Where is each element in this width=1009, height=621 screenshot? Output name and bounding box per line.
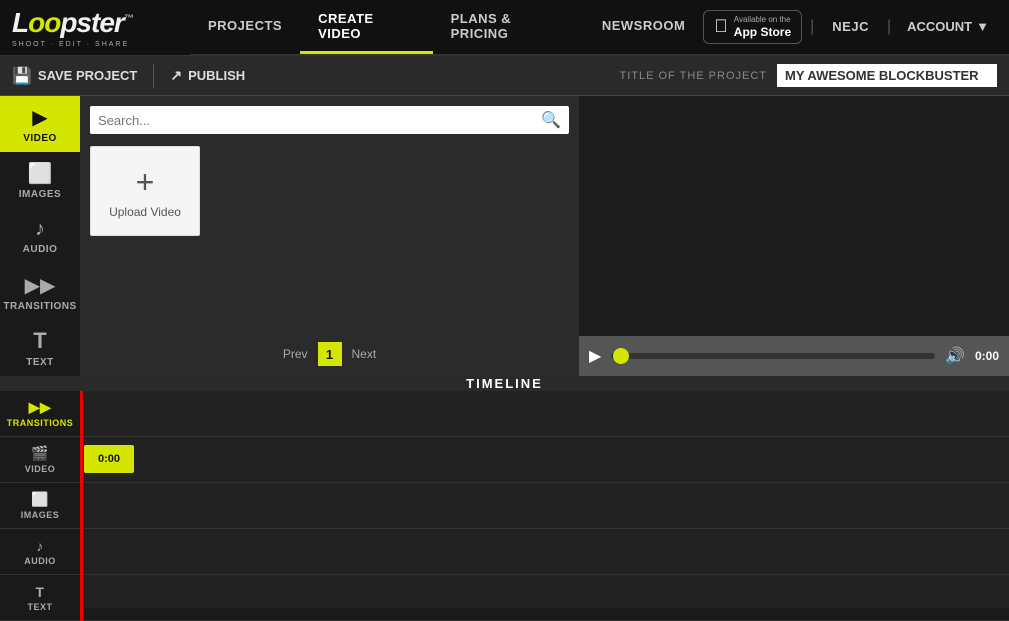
- time-block: 0:00: [84, 445, 134, 473]
- nav-links: PROJECTS CREATE VIDEO PLANS & PRICING NE…: [190, 0, 703, 54]
- transitions-icon: ▶▶: [25, 273, 56, 298]
- publish-button[interactable]: ↗ PUBLISH: [170, 67, 245, 84]
- search-bar: 🔍: [90, 106, 569, 134]
- nav-create-video[interactable]: CREATE VIDEO: [300, 0, 433, 54]
- save-icon: 💾: [12, 66, 32, 86]
- nav-divider: |: [810, 18, 814, 36]
- timeline-area: TIMELINE ▶▶ TRANSITIONS 🎬 VIDEO ⬜ IMAGES…: [0, 376, 1009, 608]
- transitions-track: [80, 391, 1009, 437]
- logo: Loopster™: [12, 7, 133, 39]
- save-project-button[interactable]: 💾 SAVE PROJECT: [12, 66, 137, 86]
- toolbar-separator: [153, 64, 154, 88]
- text-icon: T: [33, 328, 46, 354]
- playback-controls: ▶ 🔊 0:00: [579, 336, 1009, 376]
- timeline-left-bar: ▶▶ TRANSITIONS 🎬 VIDEO ⬜ IMAGES ♪ AUDIO …: [0, 391, 80, 621]
- audio-track: [80, 529, 1009, 575]
- media-panel: 🔍 + Upload Video Prev 1 Next: [80, 96, 579, 376]
- project-title-input[interactable]: [777, 64, 997, 87]
- top-navigation: Loopster™ SHOOT · EDIT · SHARE PROJECTS …: [0, 0, 1009, 56]
- sidebar-tool-images[interactable]: ⬜ IMAGES: [0, 152, 80, 208]
- toolbar: 💾 SAVE PROJECT ↗ PUBLISH TITLE OF THE PR…: [0, 56, 1009, 96]
- left-sidebar: ▶ VIDEO ⬜ IMAGES ♪ AUDIO ▶▶ TRANSITIONS …: [0, 96, 80, 376]
- nav-user[interactable]: NEJC: [822, 19, 879, 34]
- title-label: TITLE OF THE PROJECT: [619, 70, 767, 82]
- apple-icon: : [714, 16, 728, 37]
- upload-video-card[interactable]: + Upload Video: [90, 146, 200, 236]
- logo-tagline: SHOOT · EDIT · SHARE: [12, 41, 133, 48]
- nav-divider2: |: [887, 18, 891, 36]
- playhead-marker: [80, 391, 83, 621]
- nav-account[interactable]: ACCOUNT ▼: [899, 19, 997, 34]
- timeline-label-images[interactable]: ⬜ IMAGES: [0, 483, 80, 529]
- title-section: TITLE OF THE PROJECT: [619, 64, 997, 87]
- prev-page-button[interactable]: Prev: [283, 347, 308, 361]
- text-track: [80, 575, 1009, 621]
- video-track-icon: 🎬: [31, 445, 49, 462]
- time-display: 0:00: [975, 349, 999, 363]
- upload-label: Upload Video: [109, 205, 181, 219]
- timeline-label-transitions[interactable]: ▶▶ TRANSITIONS: [0, 391, 80, 437]
- play-button[interactable]: ▶: [589, 346, 601, 366]
- timeline-title: TIMELINE: [466, 376, 543, 391]
- seek-bar[interactable]: [611, 353, 935, 359]
- seek-thumb: [613, 348, 629, 364]
- sidebar-tool-transitions[interactable]: ▶▶ TRANSITIONS: [0, 264, 80, 320]
- transitions-track-icon: ▶▶: [29, 399, 52, 416]
- workspace: ▶ VIDEO ⬜ IMAGES ♪ AUDIO ▶▶ TRANSITIONS …: [0, 96, 1009, 376]
- next-page-button[interactable]: Next: [352, 347, 377, 361]
- pagination: Prev 1 Next: [90, 342, 569, 366]
- nav-projects[interactable]: PROJECTS: [190, 0, 300, 54]
- timeline-tracks: 0:00: [80, 391, 1009, 621]
- timeline-header: TIMELINE: [0, 376, 1009, 391]
- nav-plans[interactable]: PLANS & PRICING: [433, 0, 584, 54]
- volume-icon[interactable]: 🔊: [945, 346, 965, 366]
- logo-area: Loopster™ SHOOT · EDIT · SHARE: [0, 0, 190, 55]
- text-track-icon: T: [35, 584, 44, 600]
- app-store-text: Available on the App Store: [734, 15, 791, 39]
- images-track: [80, 483, 1009, 529]
- timeline-label-video[interactable]: 🎬 VIDEO: [0, 437, 80, 483]
- sidebar-tool-text[interactable]: T TEXT: [0, 320, 80, 376]
- preview-panel: ▶ 🔊 0:00: [579, 96, 1009, 376]
- plus-icon: +: [136, 164, 155, 201]
- audio-icon: ♪: [35, 218, 45, 241]
- search-input[interactable]: [98, 113, 541, 128]
- video-canvas: [579, 96, 1009, 336]
- current-page: 1: [318, 342, 342, 366]
- nav-newsroom[interactable]: NEWSROOM: [584, 0, 703, 54]
- sidebar-tool-audio[interactable]: ♪ AUDIO: [0, 208, 80, 264]
- publish-icon: ↗: [170, 67, 182, 84]
- nav-right:  Available on the App Store | NEJC | AC…: [703, 10, 1009, 44]
- search-icon[interactable]: 🔍: [541, 110, 561, 130]
- media-grid: + Upload Video: [90, 146, 569, 334]
- video-track: 0:00: [80, 437, 1009, 483]
- images-track-icon: ⬜: [31, 491, 49, 508]
- app-store-big: App Store: [734, 25, 791, 39]
- timeline-label-audio[interactable]: ♪ AUDIO: [0, 529, 80, 575]
- app-store-small: Available on the: [734, 15, 791, 25]
- video-icon: ▶: [32, 105, 47, 130]
- timeline-content: ▶▶ TRANSITIONS 🎬 VIDEO ⬜ IMAGES ♪ AUDIO …: [0, 391, 1009, 621]
- timeline-label-text[interactable]: T TEXT: [0, 575, 80, 621]
- app-store-button[interactable]:  Available on the App Store: [703, 10, 802, 44]
- images-icon: ⬜: [28, 161, 53, 186]
- chevron-down-icon: ▼: [976, 19, 989, 34]
- audio-track-icon: ♪: [36, 538, 44, 554]
- sidebar-tool-video[interactable]: ▶ VIDEO: [0, 96, 80, 152]
